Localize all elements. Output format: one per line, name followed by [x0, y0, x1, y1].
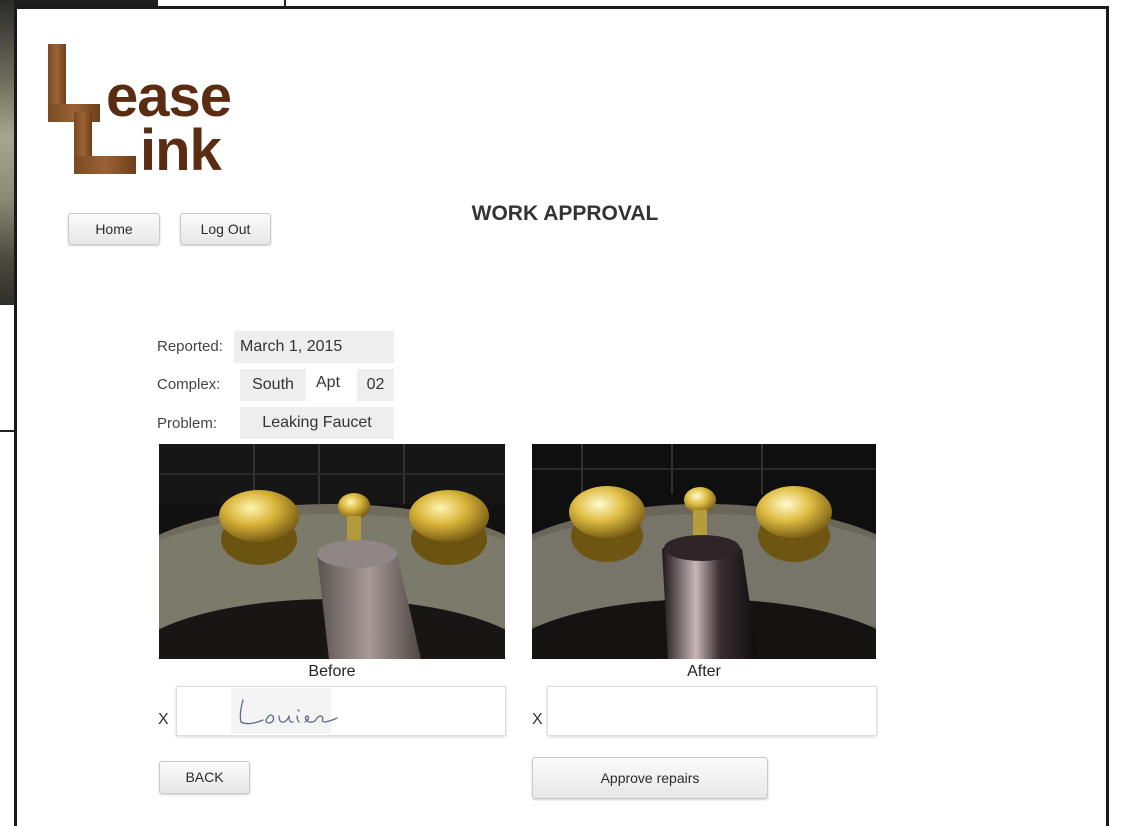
back-button[interactable]: BACK: [159, 761, 250, 794]
logout-button[interactable]: Log Out: [180, 213, 271, 245]
before-photo: [159, 444, 505, 659]
background-window-photo: [0, 0, 14, 305]
after-caption: After: [687, 663, 721, 680]
logo-l-stroke: [74, 156, 136, 174]
complex-field: South: [240, 369, 306, 401]
page-title: WORK APPROVAL: [471, 202, 659, 225]
before-caption: Before: [308, 663, 356, 680]
reported-date-field: March 1, 2015: [234, 331, 394, 363]
before-signature-field[interactable]: [176, 686, 506, 736]
signature-x-mark: X: [532, 711, 543, 728]
apt-field: 02: [357, 369, 394, 401]
approve-repairs-button[interactable]: Approve repairs: [532, 757, 768, 799]
reported-label: Reported:: [157, 338, 223, 355]
after-photo: [532, 444, 876, 659]
problem-label: Problem:: [157, 415, 218, 432]
signature-x-mark: X: [158, 711, 169, 728]
after-signature-field[interactable]: [547, 686, 877, 736]
faucet-before-image: [159, 444, 505, 659]
apt-label: Apt: [316, 374, 341, 391]
problem-field: Leaking Faucet: [240, 407, 394, 439]
logo-word-ink: ink: [140, 118, 222, 183]
leaselink-logo: ease ink: [46, 42, 266, 183]
home-button[interactable]: Home: [68, 213, 160, 245]
complex-label: Complex:: [157, 376, 221, 393]
handwritten-signature: [239, 699, 338, 725]
faucet-after-image: [532, 444, 876, 659]
